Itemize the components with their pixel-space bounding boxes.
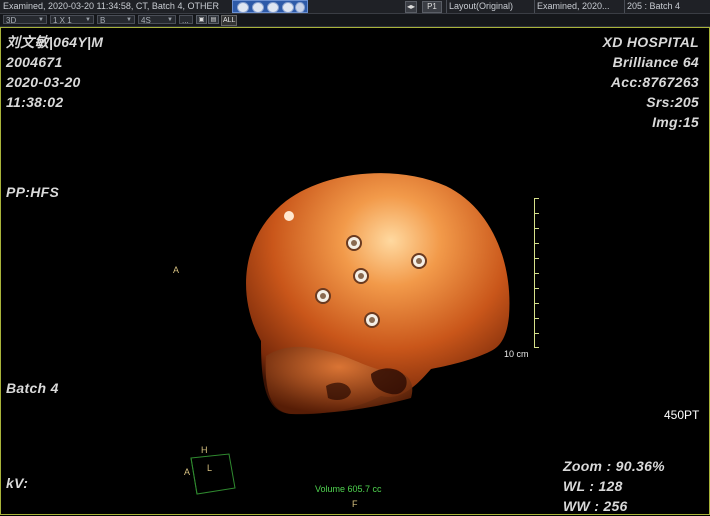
volume-label: Volume 605.7 cc <box>315 484 382 494</box>
all-button[interactable]: ALL <box>221 15 238 26</box>
chevron-down-icon: ▼ <box>167 17 173 23</box>
viewer-toolbar: 3D ▼ 1 X 1 ▼ B ▼ 4S ▼ ... ▣ ▤ ALL <box>0 14 710 27</box>
preset-select[interactable]: B ▼ <box>97 15 135 25</box>
patient-name-age-sex: 刘文敏|064Y|M <box>6 34 104 50</box>
grid-layout-select[interactable]: 1 X 1 ▼ <box>50 15 94 25</box>
tab-examined[interactable]: Examined, 2020... <box>534 0 623 13</box>
layout-tabs: Layout(Original) Examined, 2020... 205 :… <box>446 0 710 13</box>
hospital-info: XD HOSPITAL Brilliance 64 Acc:8767263 Sr… <box>603 32 699 132</box>
skull-volume-render[interactable] <box>231 166 521 416</box>
patient-info: 刘文敏|064Y|M 2004671 2020-03-20 11:38:02 <box>6 32 103 112</box>
scale-bar <box>534 198 545 348</box>
more-select[interactable]: ... <box>179 15 193 25</box>
orientation-cube[interactable]: H A L <box>181 445 241 498</box>
link-icon[interactable]: ▣ <box>196 15 207 24</box>
study-time: 11:38:02 <box>6 94 64 110</box>
series-value: 4S <box>141 16 151 25</box>
image-number: Img:15 <box>652 114 699 130</box>
layout-circle-icon[interactable] <box>252 2 264 13</box>
page-button[interactable]: P1 <box>422 1 442 13</box>
projection-label: 450PT <box>664 408 700 422</box>
zoom-level: Zoom : 90.36% <box>563 458 665 474</box>
window-level: WL : 128 <box>563 478 623 494</box>
3d-viewport[interactable]: 刘文敏|064Y|M 2004671 2020-03-20 11:38:02 X… <box>0 27 710 515</box>
patient-position: PP:HFS <box>6 184 60 200</box>
orientation-left-label: A <box>173 265 180 275</box>
study-status-text: Examined, 2020-03-20 11:34:58, CT, Batch… <box>3 1 219 11</box>
series-number: Srs:205 <box>646 94 699 110</box>
cube-left-label: A <box>184 467 191 477</box>
more-value: ... <box>182 16 189 25</box>
study-date: 2020-03-20 <box>6 74 81 90</box>
chevron-down-icon: ▼ <box>38 17 44 23</box>
chevron-down-icon: ▼ <box>126 17 132 23</box>
batch-label: Batch 4 <box>6 380 59 396</box>
hospital-name: XD HOSPITAL <box>602 34 699 50</box>
accession-number: Acc:8767263 <box>610 74 699 90</box>
layout-circle-icon[interactable] <box>295 2 305 13</box>
kv-label: kV: <box>6 475 29 491</box>
grid-layout-value: 1 X 1 <box>53 16 72 25</box>
layout-circle-icon[interactable] <box>237 2 249 13</box>
layout-selector[interactable] <box>232 0 308 13</box>
tab-series[interactable]: 205 : Batch 4 <box>624 0 707 13</box>
skull-image <box>246 173 510 415</box>
cube-top-label: H <box>201 445 208 455</box>
top-status-bar: Examined, 2020-03-20 11:34:58, CT, Batch… <box>0 0 710 14</box>
tab-layout[interactable]: Layout(Original) <box>446 0 533 13</box>
patient-id: 2004671 <box>6 54 63 70</box>
preset-value: B <box>100 16 106 25</box>
layout-circle-icon[interactable] <box>267 2 279 13</box>
window-info: Zoom : 90.36% WL : 128 WW : 256 <box>563 456 665 516</box>
chevron-down-icon: ▼ <box>85 17 91 23</box>
layout-circle-icon[interactable] <box>282 2 294 13</box>
prev-page-icon[interactable]: ◂▸ <box>405 1 417 13</box>
orientation-bottom-label: F <box>352 499 358 509</box>
render-mode-select[interactable]: 3D ▼ <box>3 15 47 25</box>
window-width: WW : 256 <box>563 498 628 514</box>
render-mode-value: 3D <box>6 16 17 25</box>
scanner-model: Brilliance 64 <box>612 54 699 70</box>
sync-icon[interactable]: ▤ <box>208 15 219 24</box>
cube-front-label: L <box>207 463 213 473</box>
series-select[interactable]: 4S ▼ <box>138 15 176 25</box>
